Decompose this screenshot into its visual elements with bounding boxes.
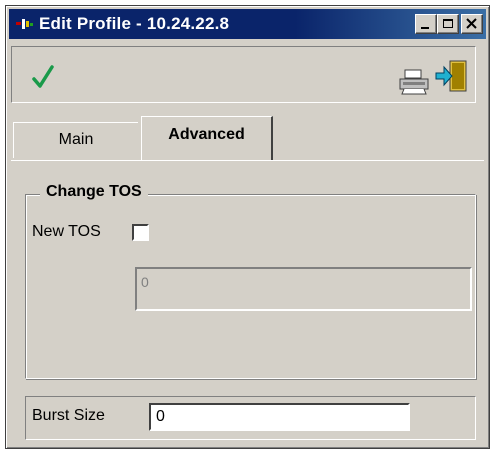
printer-icon[interactable]: [397, 69, 431, 95]
tab-advanced-label: Advanced: [168, 126, 245, 143]
tab-main-label: Main: [58, 131, 94, 148]
burst-size-input[interactable]: [149, 403, 410, 431]
tos-value-field[interactable]: 0: [135, 267, 472, 311]
exit-door-icon[interactable]: [434, 59, 470, 95]
tab-strip: Main Advanced: [11, 114, 484, 160]
app-icon: [16, 19, 33, 29]
tab-main[interactable]: Main: [13, 122, 138, 158]
maximize-icon: [443, 19, 453, 28]
maximize-button[interactable]: [437, 14, 459, 34]
tab-advanced[interactable]: Advanced: [141, 116, 273, 160]
checkmark-icon[interactable]: [32, 65, 54, 89]
change-tos-title: Change TOS: [40, 183, 148, 201]
close-icon: [466, 18, 477, 29]
burst-size-label: Burst Size: [32, 407, 105, 424]
title-bar[interactable]: Edit Profile - 10.24.22.8: [9, 9, 486, 39]
new-tos-checkbox[interactable]: [132, 224, 149, 241]
edit-profile-window: Edit Profile - 10.24.22.8 Main Advanced …: [5, 5, 490, 449]
window-title: Edit Profile - 10.24.22.8: [39, 14, 230, 33]
toolbar: [11, 46, 476, 103]
new-tos-label: New TOS: [32, 223, 101, 240]
minimize-icon: [421, 27, 429, 29]
tab-divider: [11, 160, 484, 161]
minimize-button[interactable]: [415, 14, 437, 34]
close-button[interactable]: [461, 14, 483, 34]
